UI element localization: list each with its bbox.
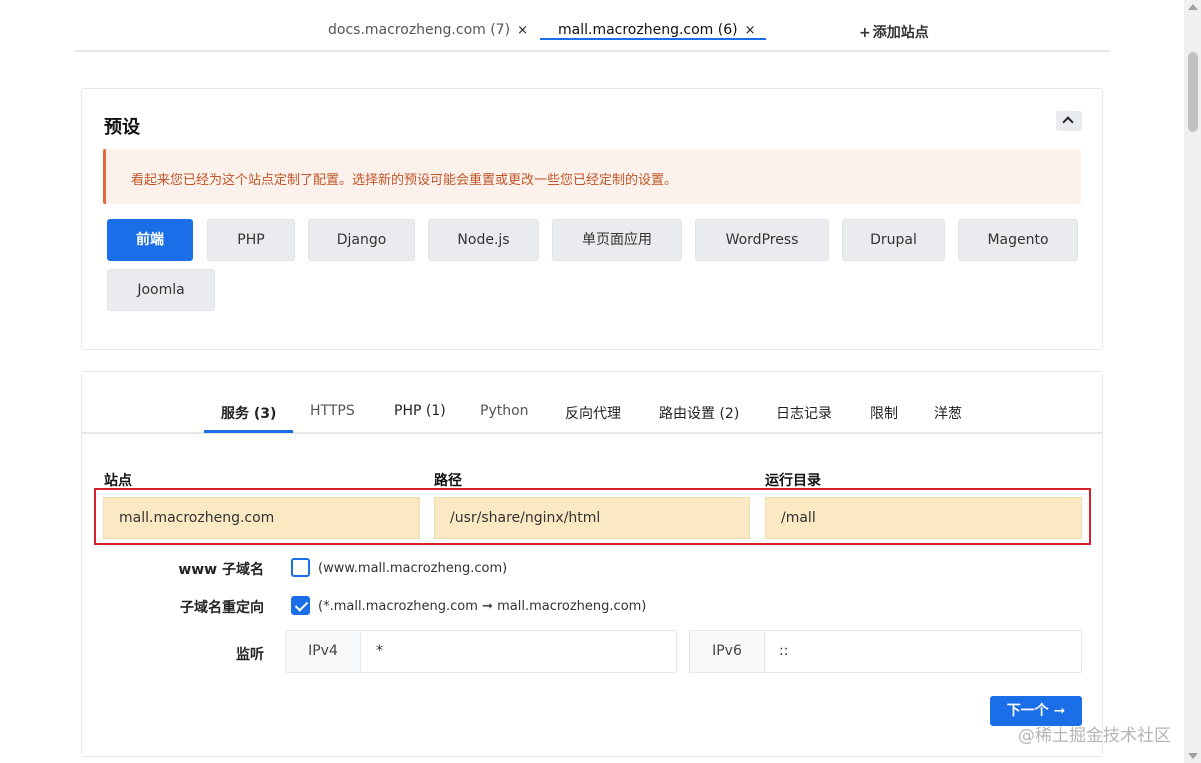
chevron-up-icon	[1062, 116, 1074, 128]
tab-routing[interactable]: 路由设置 (2)	[659, 403, 739, 423]
redirect-label: 子域名重定向	[180, 600, 264, 616]
server-card: 服务 (3) HTTPS PHP (1) Python 反向代理 路由设置 (2…	[81, 371, 1103, 757]
preset-button-wordpress[interactable]: WordPress	[695, 219, 829, 261]
preset-button-spa[interactable]: 单页面应用	[552, 219, 682, 261]
preset-button-joomla[interactable]: Joomla	[107, 269, 215, 311]
add-site-button[interactable]: + 添加站点	[859, 22, 929, 42]
tab-onion[interactable]: 洋葱	[934, 403, 962, 423]
scroll-up-icon[interactable]	[1188, 4, 1198, 10]
site-label: 站点	[104, 473, 132, 489]
listen-label: 监听	[236, 647, 264, 663]
tab-python[interactable]: Python	[480, 403, 529, 419]
ipv6-prefix: IPv6	[690, 631, 765, 672]
ipv4-input[interactable]: *	[376, 631, 666, 672]
warning-text: 看起来您已经为这个站点定制了配置。选择新的预设可能会重置或更改一些您已经定制的设…	[131, 173, 678, 188]
preset-title: 预设	[104, 117, 140, 138]
preset-button-magento[interactable]: Magento	[958, 219, 1078, 261]
site-tab-label: mall.macrozheng.com (6)	[558, 22, 738, 38]
site-tab-bar: docs.macrozheng.com (7) × mall.macrozheng…	[75, 10, 1110, 52]
redirect-checkbox[interactable]	[291, 596, 310, 615]
root-label: 运行目录	[765, 473, 821, 489]
watermark: @稀土掘金技术社区	[1018, 726, 1171, 746]
tab-reverse-proxy[interactable]: 反向代理	[565, 403, 621, 423]
plus-icon: +	[859, 25, 871, 41]
preset-card: 预设 看起来您已经为这个站点定制了配置。选择新的预设可能会重置或更改一些您已经定…	[81, 88, 1103, 350]
ipv6-group: IPv6 ::	[689, 630, 1082, 673]
www-label: www 子域名	[178, 562, 264, 578]
close-icon[interactable]: ×	[745, 23, 756, 38]
path-label: 路径	[434, 473, 462, 489]
preset-button-frontend[interactable]: 前端	[107, 219, 193, 261]
ipv4-prefix: IPv4	[286, 631, 361, 672]
collapse-button[interactable]	[1056, 111, 1082, 131]
redirect-hint: (*.mall.macrozheng.com ➞ mall.macrozheng…	[318, 599, 647, 614]
ipv6-input[interactable]: ::	[779, 631, 1069, 672]
tab-logging[interactable]: 日志记录	[776, 403, 832, 423]
preset-button-php[interactable]: PHP	[207, 219, 295, 261]
site-tab-docs[interactable]: docs.macrozheng.com (7) ×	[328, 22, 528, 38]
path-input[interactable]: /usr/share/nginx/html	[434, 497, 750, 539]
site-input[interactable]: mall.macrozheng.com	[103, 497, 420, 539]
scroll-thumb[interactable]	[1188, 52, 1198, 132]
arrow-right-icon: ➞	[1053, 703, 1066, 719]
close-icon[interactable]: ×	[517, 23, 528, 38]
warning-alert: 看起来您已经为这个站点定制了配置。选择新的预设可能会重置或更改一些您已经定制的设…	[103, 149, 1081, 204]
preset-button-drupal[interactable]: Drupal	[842, 219, 945, 261]
www-checkbox[interactable]	[291, 558, 310, 577]
tab-php[interactable]: PHP (1)	[394, 403, 446, 419]
scroll-down-icon[interactable]	[1188, 753, 1198, 759]
preset-button-django[interactable]: Django	[308, 219, 415, 261]
root-input[interactable]: /mall	[765, 497, 1082, 539]
www-hint: (www.mall.macrozheng.com)	[318, 561, 508, 576]
next-label: 下一个	[1006, 703, 1049, 719]
active-tab-indicator	[540, 38, 766, 40]
site-tab-mall[interactable]: mall.macrozheng.com (6) ×	[558, 22, 756, 38]
tab-https[interactable]: HTTPS	[310, 403, 355, 419]
server-tab-bar: 服务 (3) HTTPS PHP (1) Python 反向代理 路由设置 (2…	[82, 372, 1102, 434]
tab-server[interactable]: 服务 (3)	[221, 403, 276, 423]
vertical-scrollbar[interactable]	[1184, 0, 1201, 763]
preset-button-nodejs[interactable]: Node.js	[428, 219, 539, 261]
active-tab-indicator	[204, 430, 293, 433]
ipv4-group: IPv4 *	[285, 630, 677, 673]
tab-limits[interactable]: 限制	[870, 403, 898, 423]
add-site-label: 添加站点	[872, 25, 929, 41]
site-tab-label: docs.macrozheng.com (7)	[328, 22, 511, 38]
